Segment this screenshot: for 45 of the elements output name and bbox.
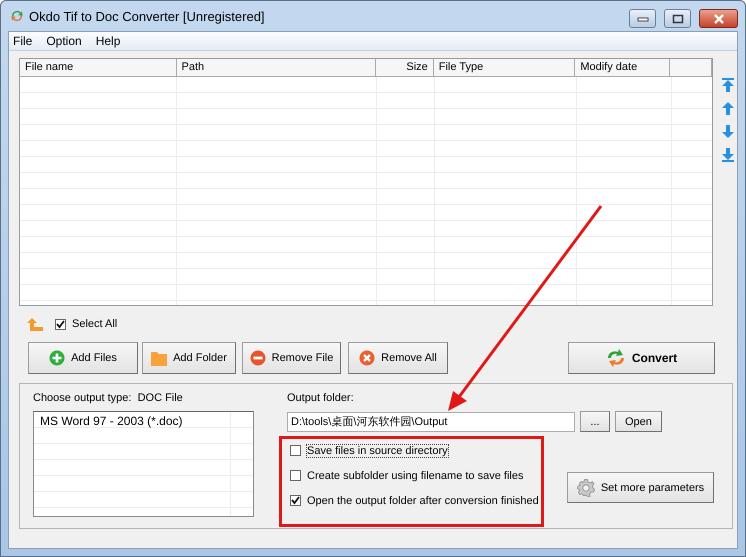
convert-button[interactable]: Convert	[568, 342, 715, 374]
output-folder-label: Output folder:	[287, 392, 355, 404]
move-to-top-icon[interactable]	[722, 78, 734, 92]
maximize-button[interactable]	[664, 9, 691, 28]
maximize-icon	[672, 14, 684, 24]
column-header[interactable]: Size	[406, 61, 428, 74]
toolbar-button[interactable]: Remove File	[242, 342, 341, 374]
remove-icon	[250, 350, 266, 366]
gear-icon	[576, 478, 595, 496]
toolbar-button[interactable]: Add Files	[28, 342, 138, 374]
move-up-icon[interactable]	[722, 102, 734, 115]
column-header[interactable]: Path	[182, 61, 204, 74]
window-title: Okdo Tif to Doc Converter [Unregistered]	[29, 8, 265, 24]
browse-button[interactable]: ...	[580, 411, 610, 432]
move-down-icon[interactable]	[722, 125, 734, 138]
column-header[interactable]: File name	[25, 61, 74, 74]
column-header[interactable]: Modify date	[580, 61, 638, 74]
check-icon	[291, 496, 300, 505]
menu-item[interactable]: File	[13, 34, 32, 48]
toolbar-button[interactable]: Remove All	[348, 342, 448, 374]
list-item[interactable]: MS Word 97 - 2003 (*.doc)	[40, 414, 183, 428]
toolbar-button[interactable]: Add Folder	[142, 342, 236, 374]
minimize-icon	[636, 16, 648, 22]
column-header[interactable]: File Type	[438, 61, 484, 74]
app-icon	[10, 9, 24, 23]
add-icon	[49, 350, 66, 366]
move-to-bottom-icon[interactable]	[722, 148, 734, 162]
folder-icon	[151, 350, 168, 366]
option-checkbox[interactable]: Save files in source directory	[290, 443, 539, 458]
output-type-label: Choose output type: DOC File	[33, 392, 184, 404]
open-button[interactable]: Open	[615, 411, 662, 432]
menu-item[interactable]: Option	[46, 34, 82, 48]
clear-icon	[359, 350, 376, 366]
check-icon	[56, 320, 65, 328]
menu-item[interactable]: Help	[96, 34, 120, 48]
output-folder-field[interactable]: D:\tools\桌面\河东软件园\Output	[287, 412, 575, 432]
convert-icon	[606, 349, 626, 367]
set-parameters-button[interactable]: Set more parameters	[567, 472, 714, 503]
up-level-icon[interactable]	[27, 318, 43, 330]
option-checkbox[interactable]: Create subfolder using filename to save files	[290, 468, 539, 483]
minimize-button[interactable]	[629, 9, 656, 28]
close-icon	[712, 14, 724, 24]
close-button[interactable]	[699, 9, 738, 28]
option-checkbox[interactable]: Open the output folder after conversion finished	[290, 493, 539, 508]
select-all-checkbox[interactable]: Select All	[55, 318, 118, 330]
